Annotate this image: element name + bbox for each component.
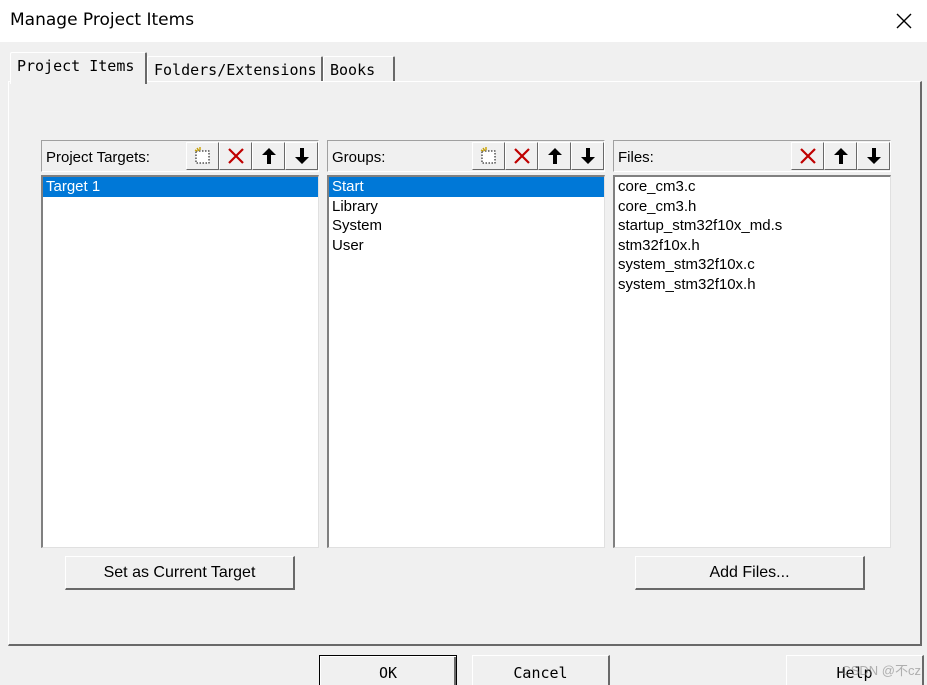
add-files-button[interactable]: Add Files... bbox=[635, 556, 865, 590]
delete-icon bbox=[227, 148, 244, 164]
delete-target-button[interactable] bbox=[219, 142, 252, 170]
arrow-up-icon bbox=[833, 148, 848, 164]
delete-file-button[interactable] bbox=[791, 142, 824, 170]
list-item[interactable]: core_cm3.h bbox=[615, 197, 890, 217]
groups-label: Groups: bbox=[332, 149, 386, 166]
list-item[interactable]: Library bbox=[329, 197, 604, 217]
targets-toolbar bbox=[186, 142, 318, 170]
close-button[interactable] bbox=[881, 0, 927, 42]
list-item[interactable]: system_stm32f10x.c bbox=[615, 255, 890, 275]
move-group-up-button[interactable] bbox=[538, 142, 571, 170]
groups-header: Groups: bbox=[327, 140, 605, 172]
new-item-icon bbox=[194, 147, 209, 164]
arrow-up-icon bbox=[547, 148, 562, 164]
list-item[interactable]: startup_stm32f10x_md.s bbox=[615, 216, 890, 236]
new-target-button[interactable] bbox=[186, 142, 219, 170]
new-group-button[interactable] bbox=[472, 142, 505, 170]
cancel-button[interactable]: Cancel bbox=[472, 655, 610, 685]
tab-label: Project Items bbox=[17, 57, 135, 75]
files-label: Files: bbox=[618, 149, 654, 166]
list-item[interactable]: core_cm3.c bbox=[615, 177, 890, 197]
files-list[interactable]: core_cm3.c core_cm3.h startup_stm32f10x_… bbox=[613, 175, 891, 548]
close-icon bbox=[896, 13, 912, 29]
button-label: Cancel bbox=[513, 663, 568, 682]
tab-folders-extensions[interactable]: Folders/Extensions bbox=[147, 56, 323, 84]
list-item[interactable]: User bbox=[329, 236, 604, 256]
ok-button[interactable]: OK bbox=[319, 655, 457, 685]
move-target-up-button[interactable] bbox=[252, 142, 285, 170]
delete-icon bbox=[513, 148, 530, 164]
delete-icon bbox=[799, 148, 816, 164]
list-item[interactable]: Start bbox=[329, 177, 604, 197]
files-panel: Files: core_cm3.c core_cm3.h startup_stm… bbox=[613, 140, 891, 548]
targets-list[interactable]: Target 1 bbox=[41, 175, 319, 548]
list-item[interactable]: Target 1 bbox=[43, 177, 318, 197]
groups-toolbar bbox=[472, 142, 604, 170]
groups-list[interactable]: Start Library System User bbox=[327, 175, 605, 548]
arrow-down-icon bbox=[866, 148, 881, 164]
arrow-down-icon bbox=[580, 148, 595, 164]
list-item[interactable]: system_stm32f10x.h bbox=[615, 275, 890, 295]
list-item[interactable]: System bbox=[329, 216, 604, 236]
targets-panel: Project Targets: Target 1 bbox=[41, 140, 319, 548]
tab-books[interactable]: Books bbox=[323, 56, 395, 84]
files-header: Files: bbox=[613, 140, 891, 172]
groups-panel: Groups: Start Library System User bbox=[327, 140, 605, 548]
title-bar: Manage Project Items bbox=[0, 0, 927, 42]
tab-project-items[interactable]: Project Items bbox=[10, 52, 147, 84]
button-label: Set as Current Target bbox=[103, 563, 256, 581]
tab-label: Folders/Extensions bbox=[154, 61, 317, 79]
arrow-up-icon bbox=[261, 148, 276, 164]
move-file-down-button[interactable] bbox=[857, 142, 890, 170]
files-toolbar bbox=[791, 142, 890, 170]
tab-page-project-items: Project Targets: Target 1 Groups: Start … bbox=[8, 81, 922, 646]
move-group-down-button[interactable] bbox=[571, 142, 604, 170]
watermark: CSDN @不cz bbox=[841, 663, 921, 678]
move-file-up-button[interactable] bbox=[824, 142, 857, 170]
targets-header: Project Targets: bbox=[41, 140, 319, 172]
delete-group-button[interactable] bbox=[505, 142, 538, 170]
button-label: OK bbox=[378, 664, 398, 682]
button-label: Add Files... bbox=[709, 563, 790, 581]
targets-label: Project Targets: bbox=[46, 149, 150, 166]
new-item-icon bbox=[480, 147, 495, 164]
window-title: Manage Project Items bbox=[10, 10, 195, 30]
list-item[interactable]: stm32f10x.h bbox=[615, 236, 890, 256]
tab-label: Books bbox=[330, 61, 376, 79]
arrow-down-icon bbox=[294, 148, 309, 164]
set-current-target-button[interactable]: Set as Current Target bbox=[65, 556, 295, 590]
move-target-down-button[interactable] bbox=[285, 142, 318, 170]
